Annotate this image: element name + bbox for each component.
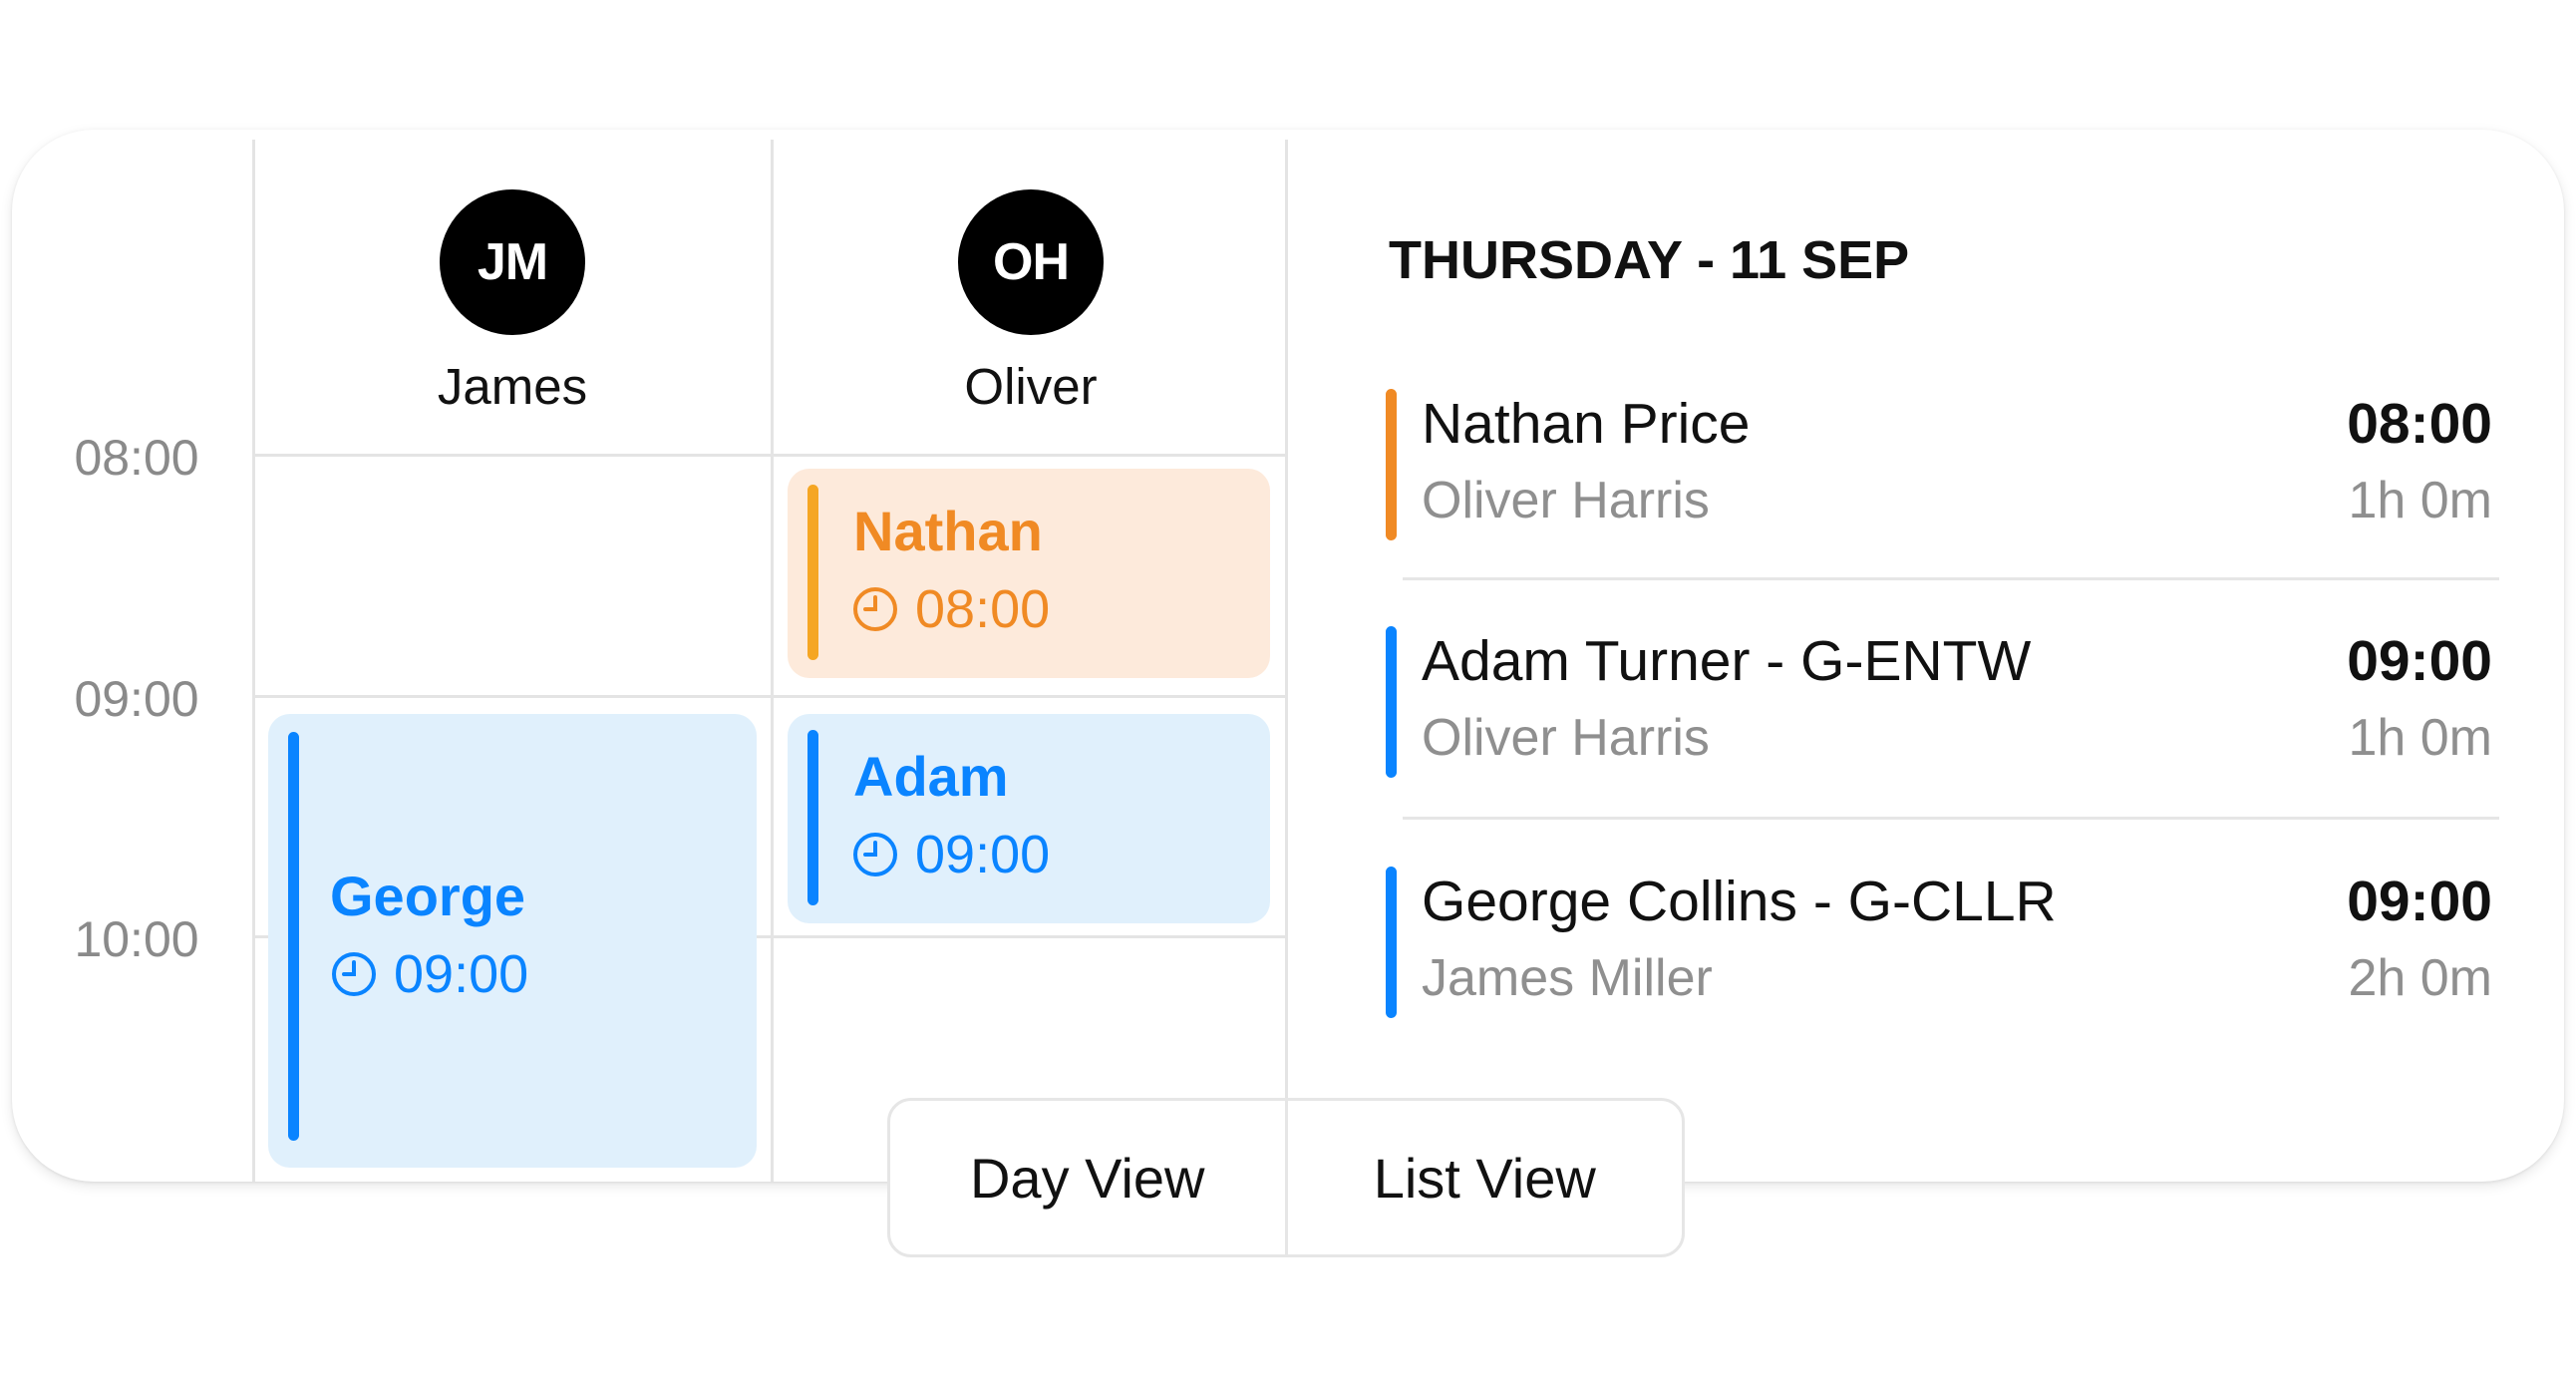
- agenda-color-bar: [1386, 626, 1397, 778]
- agenda-item[interactable]: Adam Turner - G-ENTW Oliver Harris 09:00…: [1386, 626, 2492, 778]
- agenda-title: George Collins - G-CLLR: [1422, 870, 2057, 933]
- clock-icon: [332, 952, 376, 996]
- list-view-button[interactable]: List View: [1288, 1101, 1683, 1254]
- agenda-time: 09:00: [2347, 629, 2492, 693]
- agenda-subtitle: James Miller: [1422, 949, 1713, 1007]
- agenda-title: Nathan Price: [1422, 392, 1751, 456]
- grid-line-0800: [252, 454, 1285, 457]
- agenda-duration: 1h 0m: [2348, 709, 2492, 767]
- avatar: JM: [440, 189, 585, 335]
- event-time: 09:00: [394, 944, 529, 1004]
- agenda-date-title: THURSDAY - 11 SEP: [1389, 230, 1910, 290]
- event-name: Adam: [853, 745, 1009, 808]
- time-label-0800: 08:00: [74, 430, 199, 486]
- event-time-row: 09:00: [851, 824, 1050, 885]
- event-color-bar: [807, 730, 818, 905]
- event-time-row: 09:00: [330, 943, 528, 1005]
- event-color-bar: [807, 485, 818, 660]
- event-george[interactable]: George 09:00: [268, 714, 757, 1168]
- time-label-1000: 10:00: [74, 911, 199, 967]
- event-color-bar: [288, 732, 299, 1141]
- clock-icon: [853, 587, 897, 631]
- agenda-item[interactable]: Nathan Price Oliver Harris 08:00 1h 0m: [1386, 389, 2492, 540]
- event-time-row: 08:00: [851, 578, 1050, 640]
- time-label-0900: 09:00: [74, 671, 199, 727]
- event-time: 09:00: [915, 825, 1051, 884]
- event-nathan[interactable]: Nathan 08:00: [788, 469, 1270, 678]
- agenda-title: Adam Turner - G-ENTW: [1422, 629, 2032, 693]
- event-adam[interactable]: Adam 09:00: [788, 714, 1270, 923]
- avatar: OH: [958, 189, 1104, 335]
- agenda-color-bar: [1386, 389, 1397, 540]
- agenda-time: 09:00: [2347, 870, 2492, 933]
- agenda-color-bar: [1386, 867, 1397, 1018]
- agenda-subtitle: Oliver Harris: [1422, 709, 1710, 767]
- agenda-divider: [1403, 817, 2499, 820]
- event-name: Nathan: [853, 500, 1043, 562]
- agenda-subtitle: Oliver Harris: [1422, 472, 1710, 529]
- view-toggle: Day View List View: [887, 1098, 1685, 1257]
- staff-column-oliver[interactable]: OH Oliver: [774, 189, 1288, 416]
- agenda-divider: [1403, 577, 2499, 580]
- agenda-duration: 1h 0m: [2348, 472, 2492, 529]
- grid-line-0900: [252, 695, 1285, 698]
- agenda-time: 08:00: [2347, 392, 2492, 456]
- event-time: 08:00: [915, 579, 1051, 639]
- day-view-button[interactable]: Day View: [890, 1101, 1288, 1254]
- staff-column-james[interactable]: JM James: [255, 189, 770, 416]
- clock-icon: [853, 833, 897, 876]
- agenda-item[interactable]: George Collins - G-CLLR James Miller 09:…: [1386, 867, 2492, 1018]
- agenda-duration: 2h 0m: [2348, 949, 2492, 1007]
- event-name: George: [330, 865, 526, 927]
- schedule-card: 08:00 09:00 10:00 JM James OH Oliver Nat…: [12, 130, 2564, 1182]
- staff-name: James: [437, 358, 588, 415]
- staff-name: Oliver: [964, 358, 1098, 415]
